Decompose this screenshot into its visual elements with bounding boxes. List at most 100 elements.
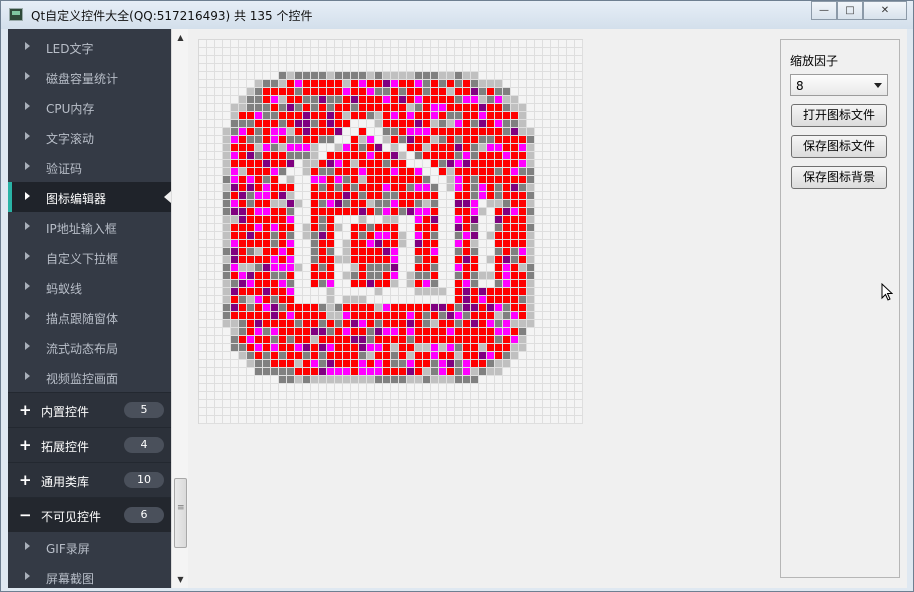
pixel-cell[interactable] <box>575 336 583 344</box>
pixel-cell[interactable] <box>367 320 375 328</box>
pixel-cell[interactable] <box>247 400 255 408</box>
pixel-cell[interactable] <box>375 320 383 328</box>
pixel-cell[interactable] <box>567 384 575 392</box>
pixel-cell[interactable] <box>463 144 471 152</box>
pixel-cell[interactable] <box>551 400 559 408</box>
pixel-cell[interactable] <box>279 48 287 56</box>
sidebar-group[interactable]: + 通用类库 10 <box>8 462 171 497</box>
pixel-cell[interactable] <box>359 56 367 64</box>
pixel-cell[interactable] <box>295 312 303 320</box>
pixel-cell[interactable] <box>463 232 471 240</box>
pixel-cell[interactable] <box>327 40 335 48</box>
pixel-cell[interactable] <box>407 360 415 368</box>
pixel-cell[interactable] <box>295 200 303 208</box>
pixel-cell[interactable] <box>207 40 215 48</box>
sidebar-group[interactable]: − 不可见控件 6 <box>8 497 171 532</box>
pixel-cell[interactable] <box>575 40 583 48</box>
pixel-cell[interactable] <box>359 312 367 320</box>
pixel-cell[interactable] <box>559 312 567 320</box>
pixel-cell[interactable] <box>431 248 439 256</box>
pixel-cell[interactable] <box>279 96 287 104</box>
pixel-cell[interactable] <box>415 360 423 368</box>
pixel-cell[interactable] <box>399 256 407 264</box>
pixel-cell[interactable] <box>527 328 535 336</box>
pixel-cell[interactable] <box>279 112 287 120</box>
pixel-cell[interactable] <box>303 64 311 72</box>
pixel-cell[interactable] <box>503 280 511 288</box>
pixel-cell[interactable] <box>303 392 311 400</box>
pixel-cell[interactable] <box>343 360 351 368</box>
pixel-cell[interactable] <box>415 248 423 256</box>
pixel-cell[interactable] <box>519 208 527 216</box>
pixel-cell[interactable] <box>327 312 335 320</box>
pixel-cell[interactable] <box>343 232 351 240</box>
pixel-cell[interactable] <box>415 88 423 96</box>
pixel-cell[interactable] <box>255 344 263 352</box>
pixel-cell[interactable] <box>463 352 471 360</box>
pixel-cell[interactable] <box>455 376 463 384</box>
pixel-cell[interactable] <box>223 136 231 144</box>
pixel-cell[interactable] <box>263 320 271 328</box>
pixel-cell[interactable] <box>407 208 415 216</box>
pixel-cell[interactable] <box>487 224 495 232</box>
pixel-cell[interactable] <box>215 288 223 296</box>
pixel-cell[interactable] <box>199 184 207 192</box>
pixel-cell[interactable] <box>303 96 311 104</box>
pixel-cell[interactable] <box>519 272 527 280</box>
pixel-cell[interactable] <box>487 264 495 272</box>
pixel-cell[interactable] <box>231 96 239 104</box>
pixel-cell[interactable] <box>231 376 239 384</box>
pixel-cell[interactable] <box>199 104 207 112</box>
pixel-cell[interactable] <box>431 320 439 328</box>
pixel-cell[interactable] <box>263 136 271 144</box>
pixel-cell[interactable] <box>343 336 351 344</box>
pixel-cell[interactable] <box>487 304 495 312</box>
pixel-cell[interactable] <box>399 344 407 352</box>
pixel-cell[interactable] <box>295 184 303 192</box>
pixel-cell[interactable] <box>455 88 463 96</box>
pixel-cell[interactable] <box>399 400 407 408</box>
pixel-cell[interactable] <box>495 232 503 240</box>
pixel-cell[interactable] <box>303 232 311 240</box>
pixel-cell[interactable] <box>463 224 471 232</box>
pixel-cell[interactable] <box>295 104 303 112</box>
pixel-cell[interactable] <box>575 288 583 296</box>
pixel-cell[interactable] <box>303 320 311 328</box>
pixel-cell[interactable] <box>559 152 567 160</box>
pixel-cell[interactable] <box>215 80 223 88</box>
pixel-cell[interactable] <box>567 192 575 200</box>
pixel-cell[interactable] <box>511 280 519 288</box>
pixel-cell[interactable] <box>535 408 543 416</box>
pixel-cell[interactable] <box>535 360 543 368</box>
pixel-cell[interactable] <box>407 48 415 56</box>
pixel-cell[interactable] <box>519 320 527 328</box>
pixel-cell[interactable] <box>271 120 279 128</box>
pixel-cell[interactable] <box>335 80 343 88</box>
pixel-cell[interactable] <box>407 128 415 136</box>
pixel-cell[interactable] <box>359 88 367 96</box>
pixel-cell[interactable] <box>519 328 527 336</box>
pixel-cell[interactable] <box>215 304 223 312</box>
pixel-cell[interactable] <box>279 184 287 192</box>
pixel-cell[interactable] <box>311 216 319 224</box>
pixel-cell[interactable] <box>335 56 343 64</box>
pixel-cell[interactable] <box>359 336 367 344</box>
pixel-cell[interactable] <box>351 352 359 360</box>
pixel-cell[interactable] <box>439 376 447 384</box>
pixel-cell[interactable] <box>207 248 215 256</box>
pixel-cell[interactable] <box>431 56 439 64</box>
pixel-cell[interactable] <box>247 296 255 304</box>
pixel-cell[interactable] <box>207 352 215 360</box>
pixel-cell[interactable] <box>439 360 447 368</box>
pixel-cell[interactable] <box>247 392 255 400</box>
pixel-cell[interactable] <box>343 264 351 272</box>
pixel-cell[interactable] <box>567 304 575 312</box>
pixel-cell[interactable] <box>231 400 239 408</box>
pixel-cell[interactable] <box>351 224 359 232</box>
pixel-cell[interactable] <box>255 48 263 56</box>
pixel-cell[interactable] <box>471 48 479 56</box>
pixel-cell[interactable] <box>439 352 447 360</box>
pixel-cell[interactable] <box>223 48 231 56</box>
pixel-cell[interactable] <box>551 120 559 128</box>
pixel-cell[interactable] <box>447 216 455 224</box>
